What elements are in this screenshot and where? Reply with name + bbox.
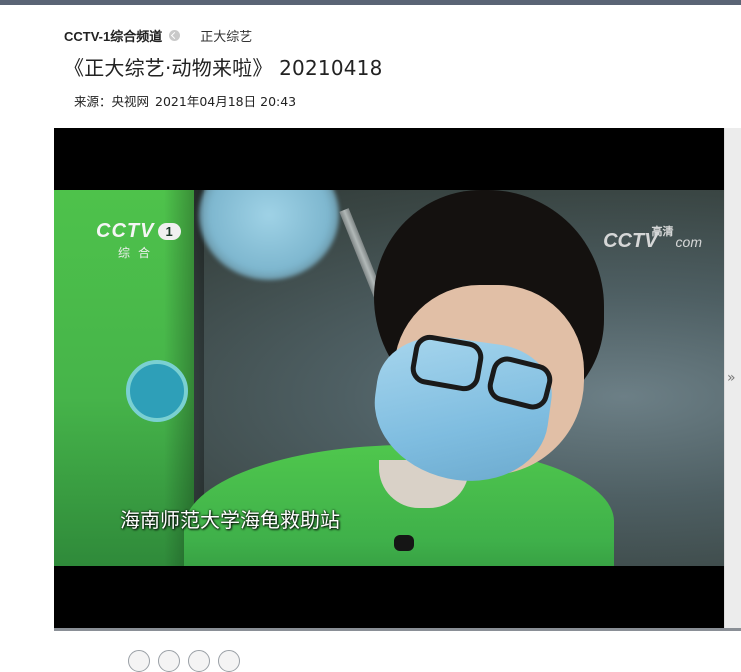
video-subtitle: 海南师范大学海龟救助站 <box>120 508 340 532</box>
breadcrumb-section-link[interactable]: 正大综艺 <box>200 26 252 45</box>
chevron-icon <box>169 29 181 41</box>
share-button[interactable] <box>158 650 180 672</box>
player-bottom-bar <box>54 628 741 631</box>
share-button[interactable] <box>218 650 240 672</box>
cctv-hd-logo: CCTV 高清 com <box>603 226 702 253</box>
hd-logo-text: CCTV <box>603 230 658 252</box>
channel-sub-label: 综合 <box>118 246 159 260</box>
article-header: CCTV-1综合频道 正大综艺 《正大综艺·动物来啦》 20210418 来源：… <box>64 26 724 110</box>
publish-datetime: 2021年04月18日 20:43 <box>155 94 297 109</box>
video-player[interactable]: CCTV 1 综合 CCTV 高清 com 海南师范大学海龟救助站 <box>54 128 724 628</box>
hd-suffix: com <box>675 234 702 250</box>
share-button[interactable] <box>188 650 210 672</box>
video-frame: CCTV 1 综合 CCTV 高清 com 海南师范大学海龟救助站 <box>54 190 724 566</box>
cctv1-channel-logo: CCTV 1 综合 <box>96 220 186 260</box>
share-controls <box>128 650 240 672</box>
page-title: 《正大综艺·动物来啦》 20210418 <box>64 56 383 80</box>
hd-label: 高清 <box>651 226 674 238</box>
channel-number: 1 <box>158 223 181 240</box>
cctv-logo-text: CCTV <box>96 220 155 242</box>
share-button[interactable] <box>128 650 150 672</box>
article-meta: 来源：央视网 2021年04月18日 20:43 <box>74 91 724 110</box>
expand-arrow-icon[interactable]: » <box>727 370 736 386</box>
breadcrumb-channel-link[interactable]: CCTV-1综合频道 <box>64 26 162 45</box>
top-bar <box>0 0 741 5</box>
breadcrumb: CCTV-1综合频道 正大综艺 <box>64 26 724 45</box>
source-text: 来源：央视网 <box>74 94 150 109</box>
